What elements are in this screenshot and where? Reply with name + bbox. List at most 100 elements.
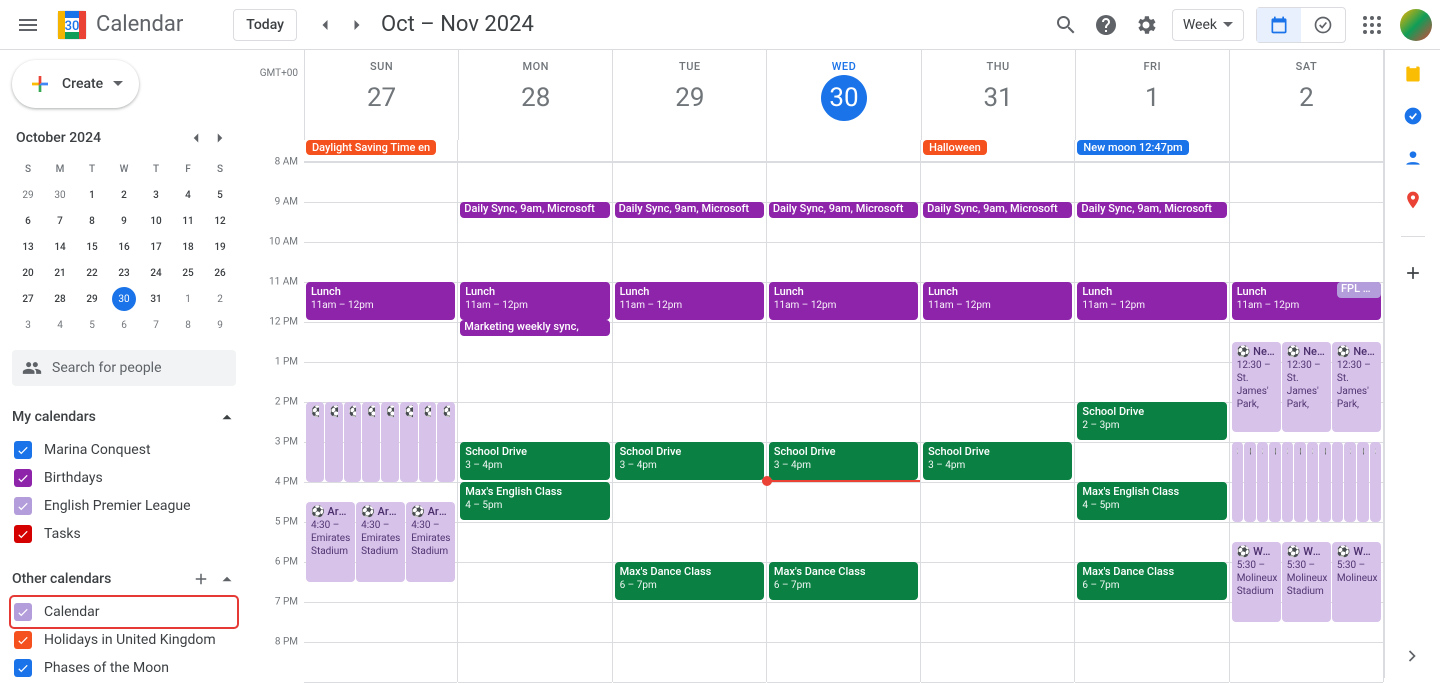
google-apps-button[interactable]: [1352, 5, 1392, 45]
mini-day[interactable]: 1: [76, 182, 108, 208]
create-button[interactable]: Create: [12, 60, 139, 108]
mini-day[interactable]: 9: [108, 208, 140, 234]
calendar-event[interactable]: Lunch11am – 12pm: [460, 282, 609, 320]
calendar-item[interactable]: Tasks: [12, 520, 236, 548]
add-addon-button[interactable]: [1403, 263, 1423, 283]
search-people-input[interactable]: Search for people: [12, 350, 236, 386]
keep-app-icon[interactable]: [1403, 64, 1423, 84]
mini-day[interactable]: 30: [108, 286, 140, 312]
calendar-event[interactable]: Daily Sync, 9am, Microsoft: [615, 202, 764, 218]
mini-day[interactable]: 3: [12, 312, 44, 338]
allday-cell[interactable]: [767, 140, 921, 161]
calendar-event[interactable]: ⚽ Arsenal4:30 – Emirates Stadium: [406, 502, 455, 582]
allday-cell[interactable]: [458, 140, 612, 161]
mini-day[interactable]: 20: [12, 260, 44, 286]
app-logo[interactable]: 30 Calendar: [52, 5, 183, 45]
mini-day[interactable]: 25: [172, 260, 204, 286]
calendar-event[interactable]: ⚽ Wolves5:30 – Molineux Stadium: [1282, 542, 1331, 622]
calendar-event[interactable]: ⚽ Wolves5:30 – Molineux Stadium: [1232, 542, 1281, 622]
calendar-event[interactable]: ⚽ C: [344, 402, 362, 482]
next-week-button[interactable]: [341, 9, 373, 41]
calendar-event[interactable]: ⚽ C: [325, 402, 343, 482]
mini-day[interactable]: 3: [140, 182, 172, 208]
calendar-event[interactable]: School Drive3 – 4pm: [923, 442, 1072, 480]
day-header[interactable]: SUN27: [305, 50, 459, 140]
mini-calendar[interactable]: SMTWTFS293012345678910111213141516171819…: [12, 156, 236, 338]
calendar-event[interactable]: ⚽: [1282, 442, 1294, 522]
tasks-view-button[interactable]: [1301, 8, 1345, 42]
calendar-event[interactable]: Max's Dance Class6 – 7pm: [615, 562, 764, 600]
mini-day[interactable]: 2: [108, 182, 140, 208]
day-header[interactable]: TUE29: [613, 50, 767, 140]
day-column[interactable]: Daily Sync, 9am, Microsoft Lunch11am – 12…: [767, 162, 921, 682]
calendar-event[interactable]: Max's English Class4 – 5pm: [1077, 482, 1226, 520]
day-header[interactable]: WED30: [767, 50, 921, 140]
mini-day[interactable]: 15: [76, 234, 108, 260]
calendar-event[interactable]: ⚽: [1294, 442, 1306, 522]
allday-event[interactable]: Daylight Saving Time en: [306, 140, 436, 155]
mini-day[interactable]: 7: [44, 208, 76, 234]
mini-day[interactable]: 2: [204, 286, 236, 312]
mini-day[interactable]: 17: [140, 234, 172, 260]
calendar-event[interactable]: ⚽: [1370, 442, 1382, 522]
calendar-event[interactable]: ⚽: [1307, 442, 1319, 522]
mini-day[interactable]: 9: [204, 312, 236, 338]
mini-day[interactable]: 23: [108, 260, 140, 286]
calendar-event[interactable]: Marketing weekly sync,: [460, 320, 609, 336]
account-avatar[interactable]: [1400, 9, 1432, 41]
day-header[interactable]: THU31: [922, 50, 1076, 140]
calendar-item[interactable]: Marina Conquest: [12, 436, 236, 464]
search-button[interactable]: [1046, 5, 1086, 45]
calendar-event[interactable]: ⚽ C: [362, 402, 380, 482]
mini-day[interactable]: 24: [140, 260, 172, 286]
calendar-event[interactable]: ⚽ C: [381, 402, 399, 482]
calendar-event[interactable]: ⚽ Arsenal v Liverpool4:30 – Emirates Sta…: [306, 502, 355, 582]
calendar-event[interactable]: Daily Sync, 9am, Microsoft: [923, 202, 1072, 218]
day-column[interactable]: Daily Sync, 9am, MicrosoftLunch11am – 12…: [458, 162, 612, 682]
allday-cell[interactable]: New moon 12:47pm: [1075, 140, 1229, 161]
mini-day[interactable]: 5: [204, 182, 236, 208]
calendar-event[interactable]: Daily Sync, 9am, Microsoft: [769, 202, 918, 218]
allday-cell[interactable]: Halloween: [921, 140, 1075, 161]
mini-day[interactable]: 1: [172, 286, 204, 312]
allday-event[interactable]: New moon 12:47pm: [1077, 140, 1188, 155]
mini-day[interactable]: 8: [76, 208, 108, 234]
calendar-event[interactable]: ⚽: [1319, 442, 1331, 522]
day-column[interactable]: Lunch11am – 12pm⚽ C⚽ C⚽ C⚽ C⚽ C⚽ C⚽ C⚽ C…: [304, 162, 458, 682]
mini-day[interactable]: 11: [172, 208, 204, 234]
day-header[interactable]: SAT2: [1230, 50, 1384, 140]
mini-day[interactable]: 31: [140, 286, 172, 312]
my-calendars-toggle[interactable]: My calendars: [12, 404, 236, 430]
day-header[interactable]: MON28: [459, 50, 613, 140]
mini-day[interactable]: 30: [44, 182, 76, 208]
calendar-item[interactable]: English Premier League: [12, 492, 236, 520]
allday-cell[interactable]: [1230, 140, 1384, 161]
calendar-event[interactable]: Lunch11am – 12pm: [1077, 282, 1226, 320]
calendar-event[interactable]: ⚽: [1232, 442, 1244, 522]
calendar-item[interactable]: Calendar: [12, 598, 236, 626]
day-column[interactable]: Daily Sync, 9am, Microsoft Lunch11am – 12…: [921, 162, 1075, 682]
calendar-checkbox[interactable]: [14, 525, 32, 543]
calendar-event[interactable]: Lunch11am – 12pm: [769, 282, 918, 320]
calendar-event[interactable]: ⚽ Newcastle12:30 – St. James' Park,: [1332, 342, 1381, 432]
calendar-event[interactable]: ⚽: [1244, 442, 1256, 522]
calendar-event[interactable]: Lunch11am – 12pm: [306, 282, 455, 320]
calendar-checkbox[interactable]: [14, 441, 32, 459]
mini-day[interactable]: 6: [12, 208, 44, 234]
calendar-event[interactable]: Lunch11am – 12pm: [615, 282, 764, 320]
day-column[interactable]: Daily Sync, 9am, Microsoft Lunch11am – 12…: [613, 162, 767, 682]
mini-day[interactable]: 19: [204, 234, 236, 260]
mini-next-month[interactable]: [208, 126, 232, 150]
mini-day[interactable]: 29: [12, 182, 44, 208]
calendar-event[interactable]: School Drive3 – 4pm: [769, 442, 918, 480]
mini-day[interactable]: 8: [172, 312, 204, 338]
calendar-checkbox[interactable]: [14, 631, 32, 649]
calendar-event[interactable]: Lunch11am – 12pm: [923, 282, 1072, 320]
mini-day[interactable]: 6: [108, 312, 140, 338]
calendar-checkbox[interactable]: [14, 469, 32, 487]
settings-button[interactable]: [1126, 5, 1166, 45]
mini-day[interactable]: 4: [44, 312, 76, 338]
calendar-event[interactable]: ⚽ Newcastle United12:30 – St. James' Par…: [1282, 342, 1331, 432]
mini-day[interactable]: 12: [204, 208, 236, 234]
calendar-event[interactable]: ⚽: [1332, 442, 1344, 522]
